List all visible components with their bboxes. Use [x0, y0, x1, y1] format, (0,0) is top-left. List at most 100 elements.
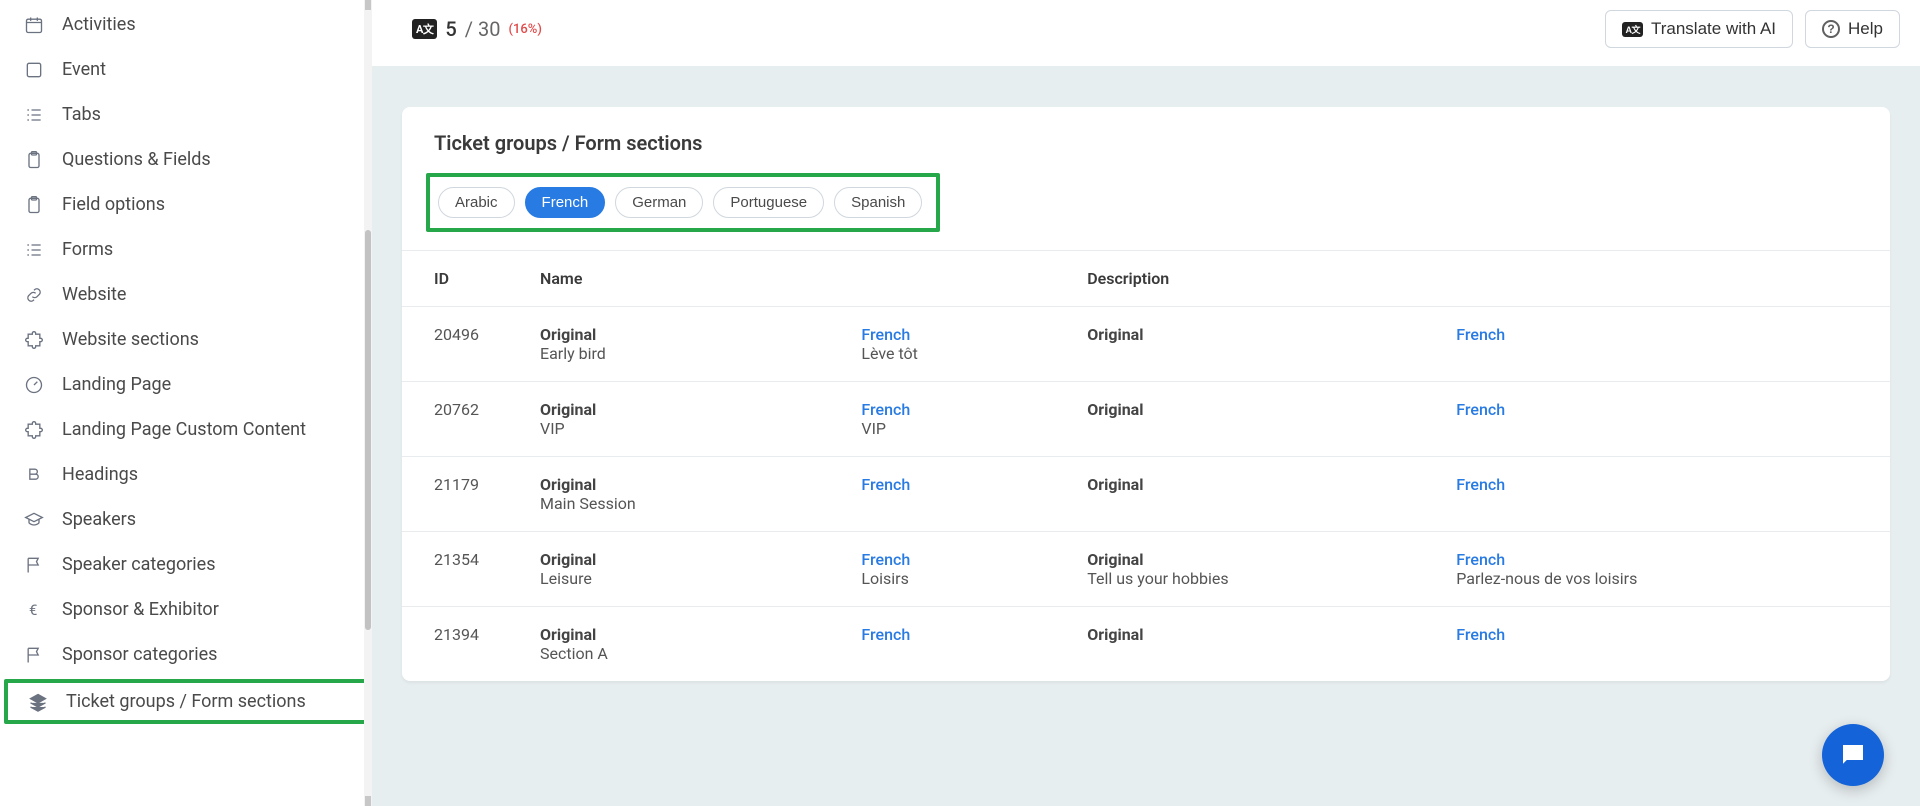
- cell-name-original[interactable]: Original Section A: [522, 607, 843, 682]
- sidebar-item-sponsor-exhibitor[interactable]: € Sponsor & Exhibitor: [0, 587, 372, 632]
- lang-tab-arabic[interactable]: Arabic: [438, 187, 515, 218]
- table-row: 20496 Original Early bird French Lève tô…: [402, 307, 1890, 382]
- layers-icon: [28, 692, 48, 712]
- cell-name-translation[interactable]: French: [843, 607, 1069, 682]
- cell-desc-original[interactable]: Original: [1069, 307, 1438, 382]
- cell-desc-translation[interactable]: French: [1438, 382, 1890, 457]
- chat-fab-button[interactable]: [1822, 724, 1884, 786]
- translation-progress: A文 5 / 30 (16%): [412, 17, 542, 41]
- sidebar-item-activities[interactable]: Activities: [0, 2, 372, 47]
- sidebar-item-speakers[interactable]: Speakers: [0, 497, 372, 542]
- progress-count: 5: [445, 17, 456, 41]
- cell-desc-original[interactable]: Original Tell us your hobbies: [1069, 532, 1438, 607]
- sidebar-item-event[interactable]: Event: [0, 47, 372, 92]
- sidebar-item-label: Landing Page: [62, 374, 171, 395]
- cell-desc-original[interactable]: Original: [1069, 382, 1438, 457]
- sidebar-item-label: Speaker categories: [62, 554, 216, 575]
- table-row: 20762 Original VIP French VIP Original F…: [402, 382, 1890, 457]
- cell-name-translation[interactable]: French VIP: [843, 382, 1069, 457]
- column-header-id: ID: [402, 251, 522, 307]
- sidebar-item-website[interactable]: Website: [0, 272, 372, 317]
- progress-percent: (16%): [508, 22, 541, 37]
- column-header-name: Name: [522, 251, 1069, 307]
- main-area: A文 5 / 30 (16%) A文 Translate with AI ? H…: [372, 0, 1920, 806]
- help-icon: ?: [1822, 20, 1840, 38]
- table-row: 21394 Original Section A French Original…: [402, 607, 1890, 682]
- cell-id: 20496: [402, 307, 522, 382]
- sidebar-item-label: Questions & Fields: [62, 149, 211, 170]
- table-row: 21179 Original Main Session French Origi…: [402, 457, 1890, 532]
- sidebar-item-ticket-groups-form-sections[interactable]: Ticket groups / Form sections: [4, 679, 368, 724]
- progress-total: / 30: [465, 17, 501, 41]
- cell-id: 21179: [402, 457, 522, 532]
- lang-tab-german[interactable]: German: [615, 187, 703, 218]
- ticket-groups-card: Ticket groups / Form sections Arabic Fren…: [402, 107, 1890, 681]
- cell-name-original[interactable]: Original Leisure: [522, 532, 843, 607]
- sidebar-item-landing-page-custom-content[interactable]: Landing Page Custom Content: [0, 407, 372, 452]
- language-badge-icon: A文: [412, 19, 437, 39]
- sidebar-item-landing-page[interactable]: Landing Page: [0, 362, 372, 407]
- list-icon: [24, 240, 44, 260]
- translation-table: ID Name Description 20496 Original Early…: [402, 250, 1890, 681]
- cell-id: 21354: [402, 532, 522, 607]
- clipboard-icon: [24, 150, 44, 170]
- square-icon: [24, 60, 44, 80]
- sidebar-item-label: Landing Page Custom Content: [62, 419, 306, 440]
- dashboard-icon: [24, 375, 44, 395]
- sidebar-item-label: Event: [62, 59, 106, 80]
- cell-name-original[interactable]: Original Early bird: [522, 307, 843, 382]
- sidebar-item-label: Sponsor & Exhibitor: [62, 599, 219, 620]
- flag-icon: [24, 645, 44, 665]
- sidebar-item-label: Website sections: [62, 329, 199, 350]
- sidebar-scrollbar[interactable]: [364, 0, 372, 806]
- top-bar: A文 5 / 30 (16%) A文 Translate with AI ? H…: [372, 0, 1920, 67]
- cell-desc-translation[interactable]: French: [1438, 307, 1890, 382]
- sidebar-item-headings[interactable]: Headings: [0, 452, 372, 497]
- cell-name-original[interactable]: Original Main Session: [522, 457, 843, 532]
- sidebar-item-label: Forms: [62, 239, 113, 260]
- table-row: 21354 Original Leisure French Loisirs Or…: [402, 532, 1890, 607]
- puzzle-icon: [24, 420, 44, 440]
- sidebar-item-questions-fields[interactable]: Questions & Fields: [0, 137, 372, 182]
- cell-desc-translation[interactable]: French: [1438, 457, 1890, 532]
- cell-desc-original[interactable]: Original: [1069, 607, 1438, 682]
- puzzle-icon: [24, 330, 44, 350]
- lang-tab-portuguese[interactable]: Portuguese: [713, 187, 824, 218]
- cell-id: 21394: [402, 607, 522, 682]
- sidebar-item-tabs[interactable]: Tabs: [0, 92, 372, 137]
- cell-desc-original[interactable]: Original: [1069, 457, 1438, 532]
- sidebar-item-label: Tabs: [62, 104, 101, 125]
- lang-tab-french[interactable]: French: [525, 187, 606, 218]
- sidebar-item-field-options[interactable]: Field options: [0, 182, 372, 227]
- cell-desc-translation[interactable]: French Parlez-nous de vos loisirs: [1438, 532, 1890, 607]
- sidebar-item-label: Website: [62, 284, 126, 305]
- card-title: Ticket groups / Form sections: [434, 131, 1858, 155]
- clipboard-icon: [24, 195, 44, 215]
- sidebar-item-forms[interactable]: Forms: [0, 227, 372, 272]
- bold-icon: [24, 465, 44, 485]
- list-icon: [24, 105, 44, 125]
- cell-name-translation[interactable]: French: [843, 457, 1069, 532]
- sidebar-item-speaker-categories[interactable]: Speaker categories: [0, 542, 372, 587]
- sidebar-item-label: Sponsor categories: [62, 644, 217, 665]
- cell-desc-translation[interactable]: French: [1438, 607, 1890, 682]
- translate-with-ai-button[interactable]: A文 Translate with AI: [1605, 10, 1793, 48]
- euro-icon: €: [24, 600, 44, 620]
- cell-id: 20762: [402, 382, 522, 457]
- help-button-label: Help: [1848, 19, 1883, 39]
- sidebar-item-label: Headings: [62, 464, 138, 485]
- link-icon: [24, 285, 44, 305]
- language-badge-icon: A文: [1622, 22, 1643, 37]
- lang-tab-spanish[interactable]: Spanish: [834, 187, 922, 218]
- translate-button-label: Translate with AI: [1651, 19, 1776, 39]
- sidebar-item-sponsor-categories[interactable]: Sponsor categories: [0, 632, 372, 677]
- sidebar: Activities Event Tabs Questions & Fields Fie…: [0, 0, 372, 806]
- cell-name-original[interactable]: Original VIP: [522, 382, 843, 457]
- sidebar-item-label: Speakers: [62, 509, 136, 530]
- sidebar-item-label: Field options: [62, 194, 165, 215]
- sidebar-item-website-sections[interactable]: Website sections: [0, 317, 372, 362]
- flag-icon: [24, 555, 44, 575]
- cell-name-translation[interactable]: French Loisirs: [843, 532, 1069, 607]
- help-button[interactable]: ? Help: [1805, 10, 1900, 48]
- cell-name-translation[interactable]: French Lève tôt: [843, 307, 1069, 382]
